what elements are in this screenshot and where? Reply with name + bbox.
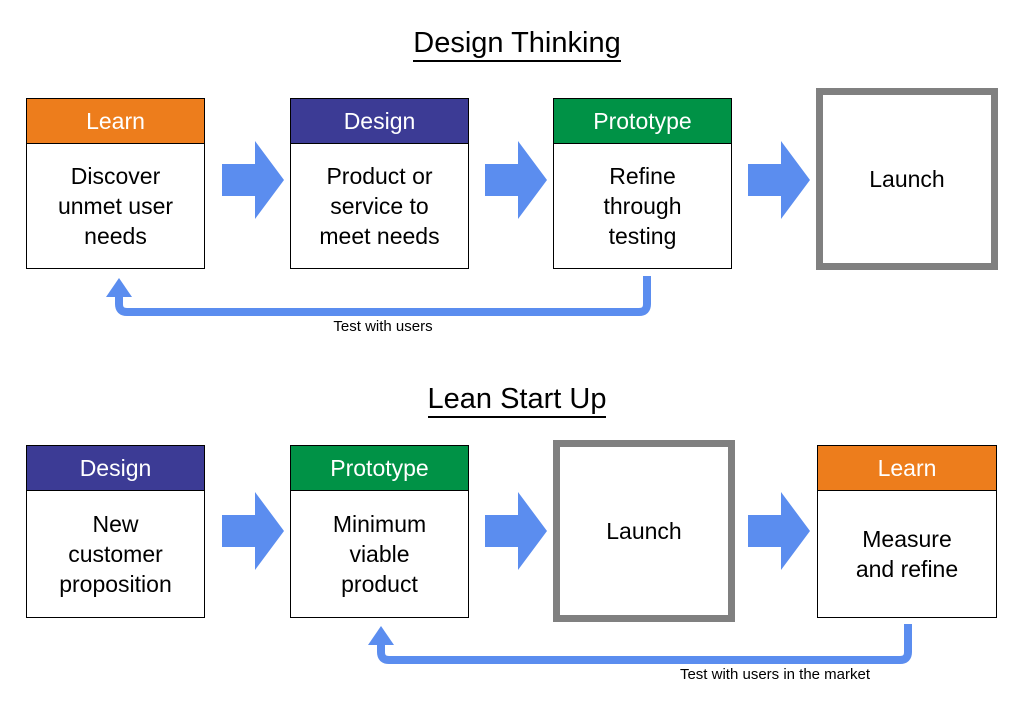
stage-box-launch-lean-start-up: Launch [553,440,735,622]
stage-body-design: Product or service to meet needs [319,163,440,249]
stage-body-learn: Discover unmet user needs [57,163,174,249]
section-title-design-thinking: Design Thinking [0,26,1034,62]
stage-header-learn-lean: Learn [818,446,996,491]
right-block-arrow-icon-4 [222,492,284,570]
stage-box-learn-lean-start-up: Learn Measure and refine [817,445,997,618]
stage-body-design-lean: New customer proposition [59,511,172,597]
right-block-arrow-icon-1 [222,141,284,219]
right-block-arrow-icon-6 [748,492,810,570]
section-title-lean-start-up-text: Lean Start Up [427,383,607,418]
feedback-loop-arrow-icon-lean-start-up [362,624,922,672]
feedback-loop-arrow-icon-design-thinking [100,276,660,324]
right-block-arrow-icon-5 [485,492,547,570]
stage-header-design: Design [291,99,468,144]
stage-header-design-lean: Design [27,446,204,491]
stage-body-prototype-lean: Minimum viable product [332,511,427,597]
stage-box-prototype-lean-start-up: Prototype Minimum viable product [290,445,469,618]
stage-box-prototype-design-thinking: Prototype Refine through testing [553,98,732,269]
stage-header-prototype-lean: Prototype [291,446,468,491]
right-block-arrow-icon-2 [485,141,547,219]
stage-header-learn: Learn [27,99,204,144]
stage-body-learn-lean: Measure and refine [855,526,959,582]
section-title-design-thinking-text: Design Thinking [413,27,621,62]
stage-body-prototype: Refine through testing [603,163,682,249]
stage-body-launch-lean: Launch [606,518,682,544]
stage-box-design-design-thinking: Design Product or service to meet needs [290,98,469,269]
stage-header-prototype: Prototype [554,99,731,144]
section-title-lean-start-up: Lean Start Up [0,382,1034,418]
stage-box-design-lean-start-up: Design New customer proposition [26,445,205,618]
stage-box-launch-design-thinking: Launch [816,88,998,270]
stage-body-launch: Launch [869,166,945,192]
stage-box-learn-design-thinking: Learn Discover unmet user needs [26,98,205,269]
feedback-loop-label-design-thinking: Test with users [333,318,433,335]
right-block-arrow-icon-3 [748,141,810,219]
diagram-canvas: Design Thinking Learn Discover unmet use… [0,0,1034,702]
feedback-loop-label-lean-start-up: Test with users in the market [679,666,871,683]
